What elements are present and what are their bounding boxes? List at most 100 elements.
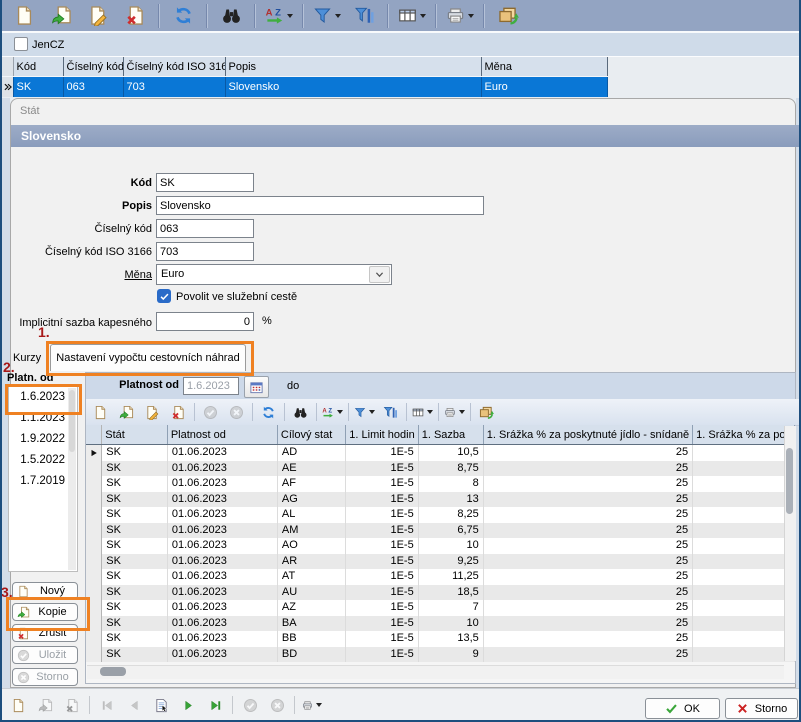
ciselny-kod-input[interactable] <box>156 219 254 238</box>
grid-column-header[interactable]: 1. Limit hodin <box>346 425 418 445</box>
grid-row[interactable]: SK01.06.2023AF1E-5825 <box>86 476 795 492</box>
grid-hscrollbar-thumb[interactable] <box>100 667 126 676</box>
print-button[interactable] <box>444 402 465 422</box>
grid-cell[interactable]: 25 <box>483 569 692 585</box>
grid-cell[interactable]: 25 <box>483 507 692 523</box>
mena-label[interactable]: Měna <box>0 266 152 285</box>
cell-ciselny-kod[interactable]: 063 <box>63 77 123 98</box>
nav-next-button[interactable] <box>178 695 198 715</box>
grid-cell[interactable]: 01.06.2023 <box>167 585 277 601</box>
grid-cell[interactable]: 1E-5 <box>346 445 418 461</box>
delete-record-button[interactable] <box>168 402 189 422</box>
grid-cell[interactable] <box>693 569 795 585</box>
validity-date-item[interactable]: 1.1.2023 <box>9 408 77 429</box>
grid-cell[interactable]: SK <box>102 585 168 601</box>
grid-cell[interactable]: 1E-5 <box>346 554 418 570</box>
sort-az-button[interactable] <box>322 402 343 422</box>
grid-cell[interactable]: AF <box>277 476 345 492</box>
filter-button[interactable] <box>354 402 375 422</box>
grid-cell[interactable]: 25 <box>483 461 692 477</box>
grid-cell[interactable]: AR <box>277 554 345 570</box>
grid-vscrollbar-thumb[interactable] <box>786 448 793 514</box>
grid-cell[interactable]: 01.06.2023 <box>167 631 277 647</box>
grid-cell[interactable]: SK <box>102 554 168 570</box>
jencz-checkbox[interactable] <box>14 37 28 51</box>
grid-row[interactable]: SK01.06.2023AM1E-56,7525 <box>86 523 795 539</box>
grid-cell[interactable]: 13,5 <box>418 631 483 647</box>
grid-cell[interactable]: 01.06.2023 <box>167 476 277 492</box>
kod-input[interactable] <box>156 173 254 192</box>
combo-dropdown-button[interactable] <box>369 266 390 283</box>
grid-cell[interactable]: 1E-5 <box>346 647 418 663</box>
grid-cell[interactable]: 10,5 <box>418 445 483 461</box>
date-list-scrollbar-thumb[interactable] <box>69 390 75 452</box>
kopie-action-button[interactable]: Kopie <box>12 603 78 621</box>
platnost-od-input[interactable] <box>183 377 239 395</box>
grid-cell[interactable]: BB <box>277 631 345 647</box>
grid-cell[interactable] <box>693 554 795 570</box>
selected-country-row[interactable]: SK 063 703 Slovensko Euro <box>2 77 607 98</box>
refresh-button[interactable] <box>258 402 279 422</box>
edit-record-button[interactable] <box>84 3 112 29</box>
grid-cell[interactable]: 25 <box>483 600 692 616</box>
grid-row[interactable]: SK01.06.2023AD1E-510,525 <box>86 445 795 461</box>
new-document-button[interactable] <box>8 695 28 715</box>
column-chooser-button[interactable] <box>412 402 433 422</box>
grid-row[interactable]: SK01.06.2023BB1E-513,525 <box>86 631 795 647</box>
grid-cell[interactable] <box>693 523 795 539</box>
edit-record-button[interactable] <box>142 402 163 422</box>
iso-input[interactable] <box>156 242 254 261</box>
column-header-kod[interactable]: Kód <box>13 57 63 77</box>
cell-kod[interactable]: SK <box>13 77 63 98</box>
date-list-header[interactable]: Platn. od <box>7 372 53 384</box>
grid-row[interactable]: SK01.06.2023AR1E-59,2525 <box>86 554 795 570</box>
ok-button[interactable]: OK <box>645 698 720 719</box>
grid-row[interactable]: SK01.06.2023AZ1E-5725 <box>86 600 795 616</box>
mena-combobox[interactable]: Euro <box>156 264 392 285</box>
grid-cell[interactable]: 01.06.2023 <box>167 461 277 477</box>
storno-button[interactable]: Storno <box>725 698 798 719</box>
column-header-ciselny-kod[interactable]: Číselný kód <box>63 57 123 77</box>
search-binoculars-button[interactable] <box>217 3 245 29</box>
grid-cell[interactable]: 1E-5 <box>346 631 418 647</box>
filter-values-button[interactable] <box>350 3 378 29</box>
grid-cell[interactable]: 25 <box>483 523 692 539</box>
grid-row[interactable]: SK01.06.2023BD1E-5925 <box>86 647 795 663</box>
grid-cell[interactable] <box>693 631 795 647</box>
grid-cell[interactable]: 25 <box>483 476 692 492</box>
grid-cell[interactable]: 1E-5 <box>346 523 418 539</box>
grid-cell[interactable]: AU <box>277 585 345 601</box>
column-header-popis[interactable]: Popis <box>225 57 481 77</box>
dropdown-arrow-icon[interactable] <box>420 14 426 18</box>
grid-cell[interactable]: 8,75 <box>418 461 483 477</box>
grid-cell[interactable]: SK <box>102 507 168 523</box>
grid-cell[interactable]: 13 <box>418 492 483 508</box>
dropdown-arrow-icon[interactable] <box>369 410 375 414</box>
grid-row[interactable]: SK01.06.2023AO1E-51025 <box>86 538 795 554</box>
dropdown-arrow-icon[interactable] <box>459 410 465 414</box>
povolit-checkbox[interactable] <box>157 289 171 303</box>
grid-cell[interactable]: 1E-5 <box>346 538 418 554</box>
dropdown-arrow-icon[interactable] <box>316 703 322 707</box>
open-copy-button[interactable] <box>47 3 75 29</box>
grid-cell[interactable] <box>693 616 795 632</box>
grid-cell[interactable]: AD <box>277 445 345 461</box>
grid-cell[interactable]: 1E-5 <box>346 461 418 477</box>
cell-mena[interactable]: Euro <box>481 77 607 98</box>
grid-cell[interactable]: 9,25 <box>418 554 483 570</box>
grid-column-header[interactable]: Cílový stat <box>277 425 345 445</box>
grid-cell[interactable]: SK <box>102 616 168 632</box>
calendar-button[interactable] <box>244 376 269 398</box>
grid-cell[interactable]: 8,25 <box>418 507 483 523</box>
grid-cell[interactable]: 18,5 <box>418 585 483 601</box>
grid-cell[interactable]: 25 <box>483 554 692 570</box>
dropdown-arrow-icon[interactable] <box>337 410 343 414</box>
grid-cell[interactable]: 10 <box>418 616 483 632</box>
grid-cell[interactable] <box>693 461 795 477</box>
grid-row[interactable]: SK01.06.2023AT1E-511,2525 <box>86 569 795 585</box>
cell-iso[interactable]: 703 <box>123 77 225 98</box>
popis-input[interactable] <box>156 196 484 215</box>
dropdown-arrow-icon[interactable] <box>287 14 293 18</box>
sort-az-button[interactable] <box>265 3 293 29</box>
grid-cell[interactable] <box>693 600 795 616</box>
